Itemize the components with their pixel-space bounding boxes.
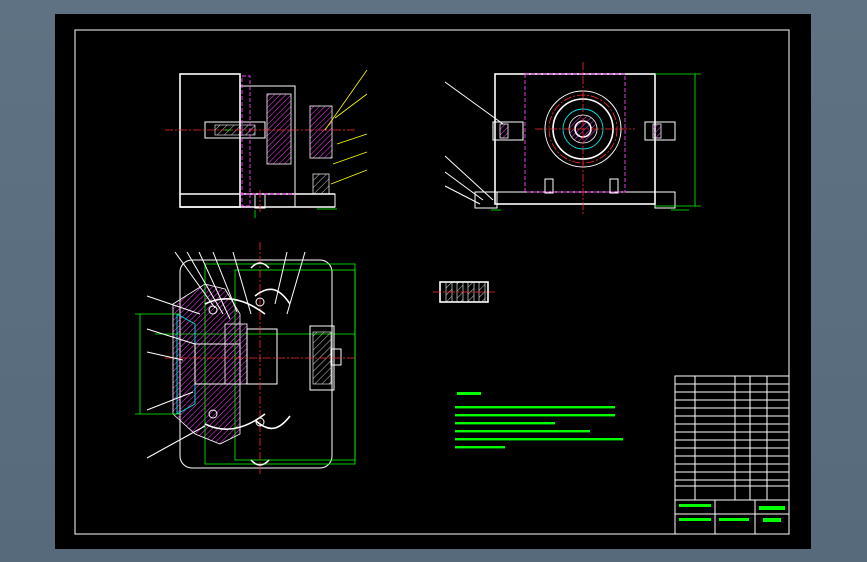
detail-part [433, 281, 495, 303]
side-view [444, 62, 701, 214]
title-block [674, 375, 790, 535]
drawing-sheet [74, 29, 790, 535]
front-view [165, 69, 368, 218]
technical-notes [455, 392, 623, 449]
drawing-frame [74, 29, 790, 535]
cad-viewport[interactable] [55, 14, 811, 549]
plan-view [135, 242, 356, 474]
